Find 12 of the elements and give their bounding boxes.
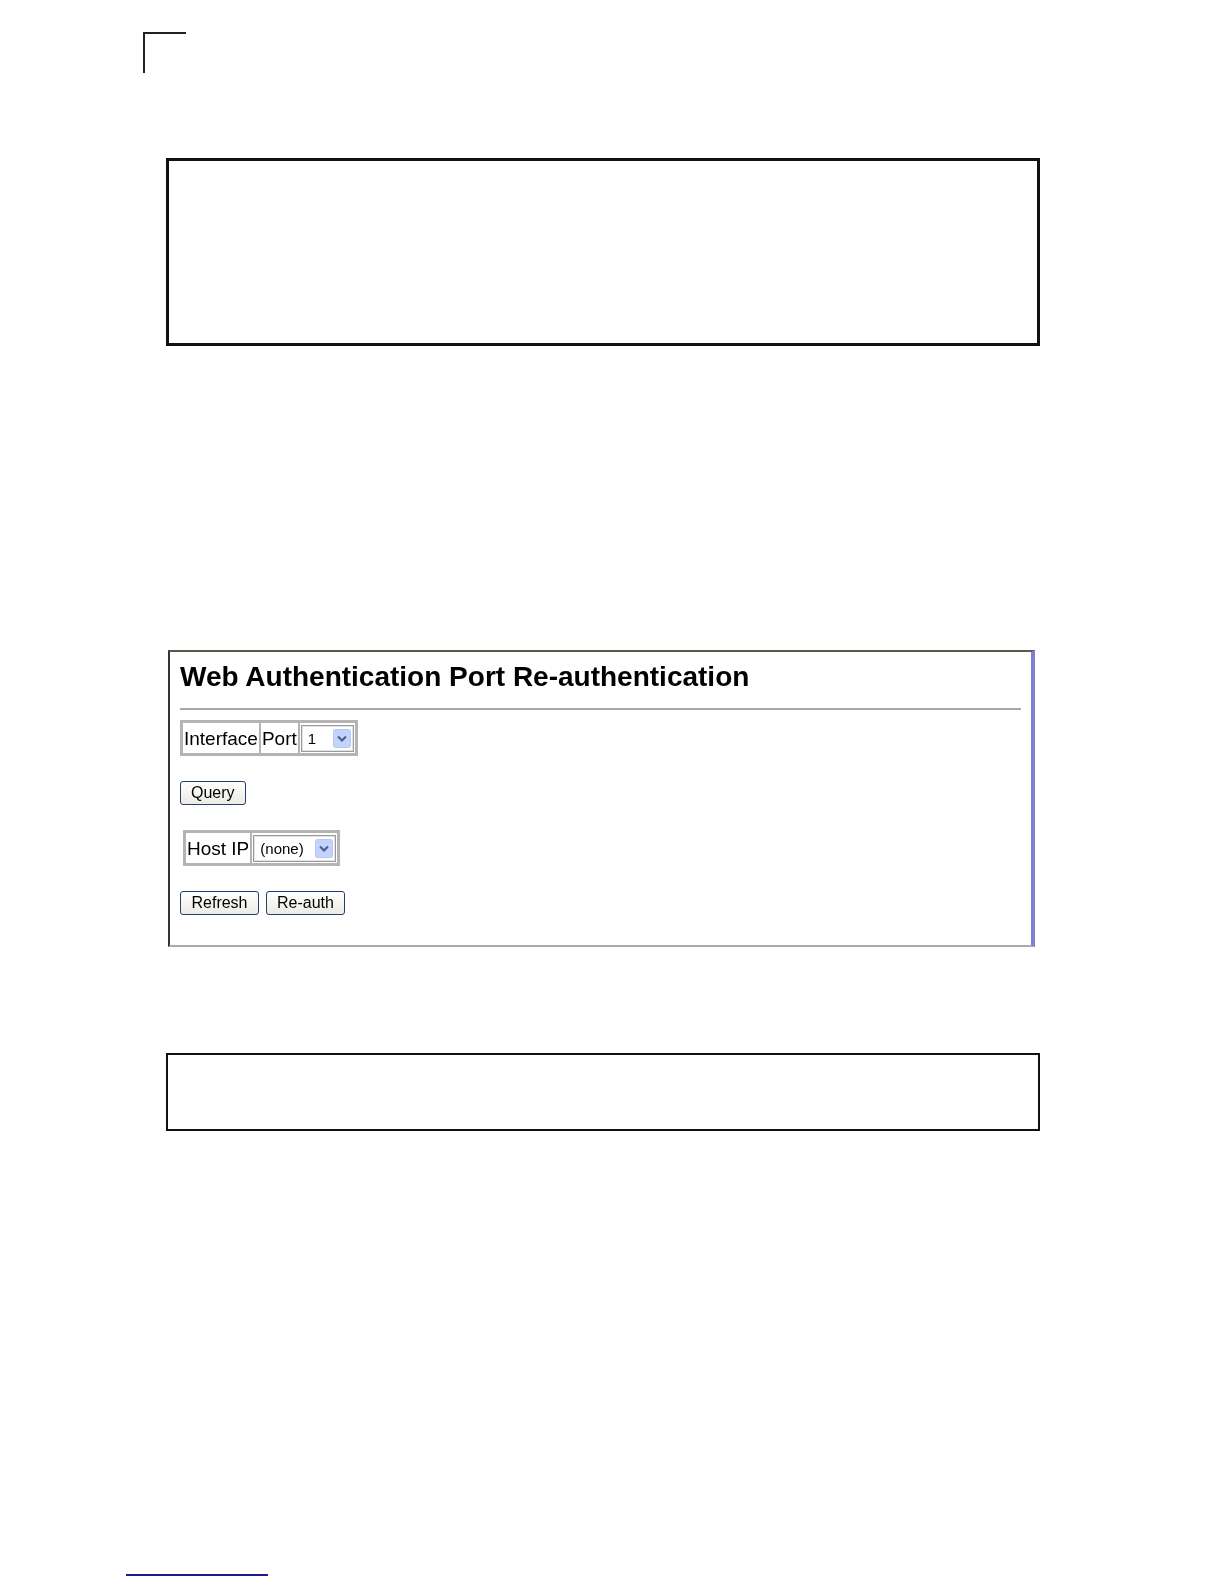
page-title: Web Authentication Port Re-authentication [180,660,750,694]
host-ip-select[interactable]: (none) [253,835,337,862]
chevron-down-icon [315,839,334,858]
host-ip-label: Host IP [185,832,252,864]
port-label: Port [259,722,299,754]
port-select[interactable]: 1 [300,725,354,752]
chevron-down-icon [332,729,351,748]
reauth-button[interactable]: Re-auth [266,891,345,915]
interface-label: Interface [182,722,260,754]
refresh-button[interactable]: Refresh [180,891,259,915]
crop-mark-drawing [143,32,186,73]
query-button[interactable]: Query [180,781,246,805]
